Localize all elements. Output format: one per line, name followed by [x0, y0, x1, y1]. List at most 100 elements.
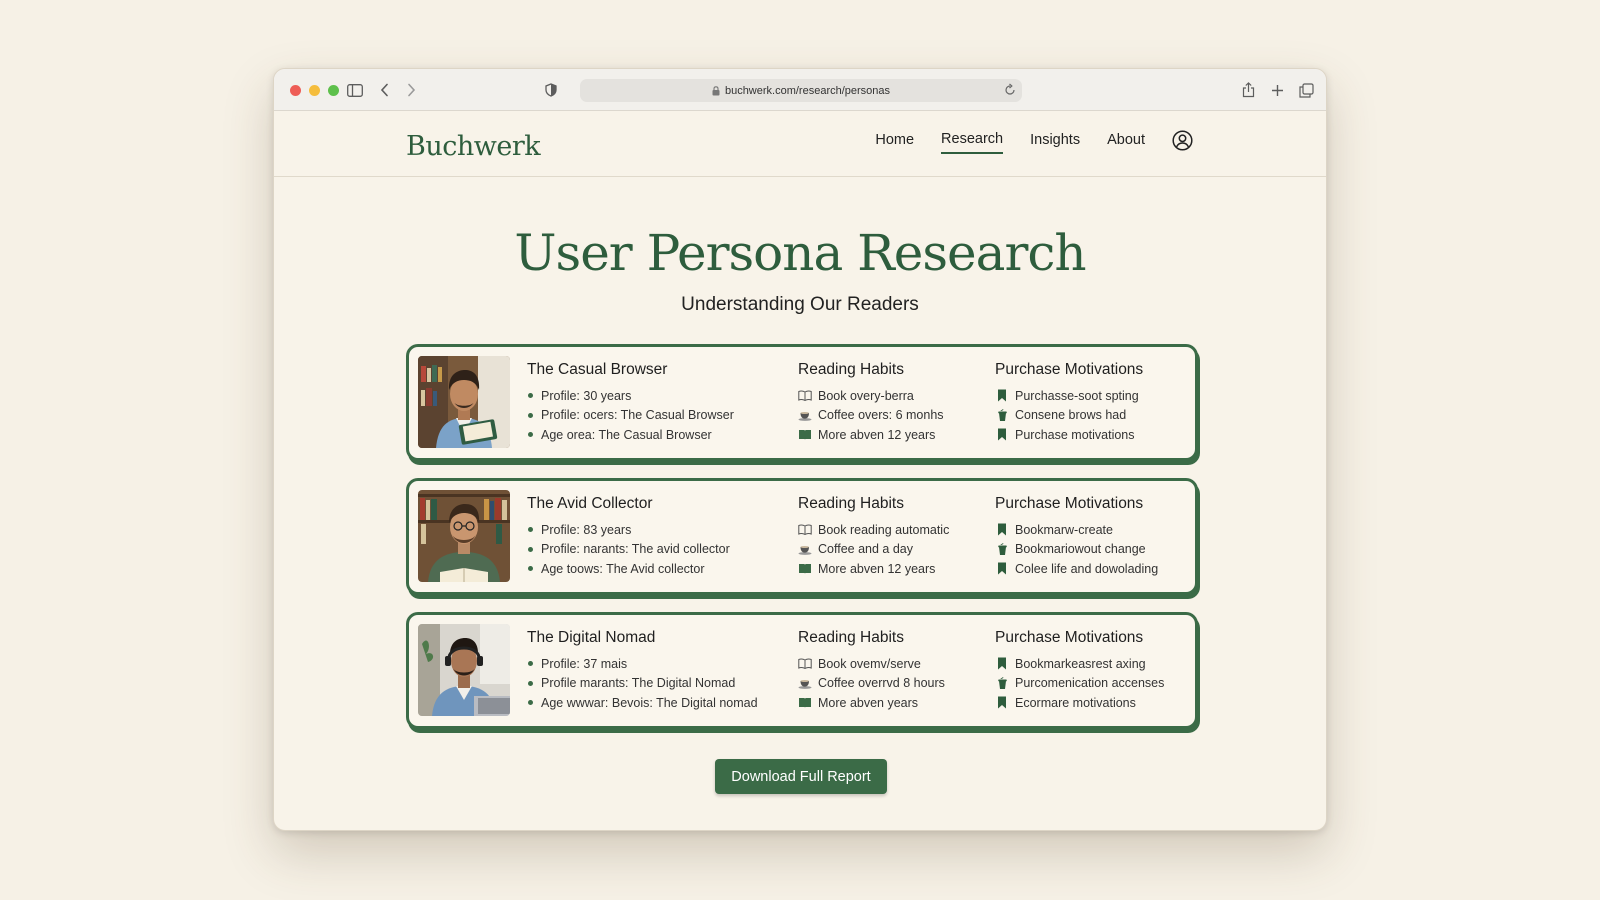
close-window-button[interactable]: [290, 85, 301, 96]
motivation-item: Consene brows had: [995, 406, 1143, 426]
purchase-motivations: Purchase Motivations Bookmarkeasrest axi…: [995, 629, 1164, 713]
latte-icon: [995, 408, 1009, 422]
profile-text: Profile marants: The Digital Nomad: [541, 676, 736, 691]
motivation-text: Purchase motivations: [1015, 427, 1135, 442]
shield-icon[interactable]: [540, 79, 562, 101]
persona-photo: [418, 624, 510, 716]
reading-habits: Reading Habits Book ovemv/serve Coffee o…: [798, 629, 945, 713]
profile-item: Age wwwar: Bevois: The Digital nomad: [527, 693, 758, 713]
profile-text: Profile: ocers: The Casual Browser: [541, 408, 734, 423]
reading-habits: Reading Habits Book reading automatic Co…: [798, 495, 949, 579]
profile-item: Profile: ocers: The Casual Browser: [527, 406, 734, 426]
persona-card[interactable]: The Digital Nomad Profile: 37 mais Profi…: [406, 612, 1198, 729]
motivation-text: Ecormare motivations: [1015, 695, 1136, 710]
maximize-window-button[interactable]: [328, 85, 339, 96]
habit-item: Coffee overs: 6 monhs: [798, 406, 944, 426]
habits-heading: Reading Habits: [798, 629, 904, 646]
bullet-dot: [528, 432, 533, 438]
bookmark-icon: [995, 389, 1009, 403]
forward-icon[interactable]: [400, 79, 422, 101]
habit-item: More abven years: [798, 693, 945, 713]
tabs-icon[interactable]: [1295, 79, 1317, 101]
download-report-button[interactable]: Download Full Report: [715, 759, 887, 794]
back-icon[interactable]: [374, 79, 396, 101]
persona-photo: [418, 490, 510, 582]
motivation-text: Purchasse-soot spting: [1015, 388, 1139, 403]
habit-text: More abven years: [818, 695, 919, 710]
bookmark-icon: [995, 562, 1009, 576]
bullet-dot: [528, 527, 533, 533]
bullet-dot: [528, 566, 533, 572]
persona-card[interactable]: The Avid Collector Profile: 83 years Pro…: [406, 478, 1198, 595]
motivation-item: Purchase motivations: [995, 425, 1143, 445]
nav-research[interactable]: Research: [941, 131, 1004, 154]
motivation-item: Ecormare motivations: [995, 693, 1164, 713]
profile-text: Age orea: The Casual Browser: [541, 427, 712, 442]
bookmark-icon: [995, 657, 1009, 671]
open-book-icon: [798, 389, 812, 403]
motivations-heading: Purchase Motivations: [995, 495, 1144, 512]
bullet-dot: [528, 680, 533, 686]
motivation-item: Purchasse-soot spting: [995, 386, 1143, 406]
profile-item: Profile: 83 years: [527, 520, 730, 540]
nav-home[interactable]: Home: [875, 132, 914, 153]
habit-item: Book ovemv/serve: [798, 654, 945, 674]
window-controls: [290, 85, 339, 96]
site-header: Buchwerk Home Research Insights About: [274, 111, 1326, 177]
persona-card[interactable]: The Casual Browser Profile: 30 years Pro…: [406, 344, 1198, 461]
account-icon[interactable]: [1172, 129, 1193, 151]
new-tab-icon[interactable]: [1266, 79, 1288, 101]
minimize-window-button[interactable]: [309, 85, 320, 96]
persona-list: The Casual Browser Profile: 30 years Pro…: [406, 344, 1198, 746]
profile-text: Profile: narants: The avid collector: [541, 542, 730, 557]
motivation-text: Colee life and dowolading: [1015, 561, 1159, 576]
habit-item: Book reading automatic: [798, 520, 949, 540]
persona-profile: The Casual Browser Profile: 30 years Pro…: [527, 361, 734, 445]
coffee-cup-icon: [798, 542, 812, 556]
habit-text: More abven 12 years: [818, 427, 936, 442]
habit-text: Book reading automatic: [818, 522, 950, 537]
page-subtitle: Understanding Our Readers: [681, 294, 919, 315]
page-title: User Persona Research: [514, 224, 1086, 282]
bookmark-icon: [995, 428, 1009, 442]
browser-window: buchwerk.com/research/personas Buchwerk …: [273, 68, 1327, 831]
browser-toolbar: buchwerk.com/research/personas: [274, 69, 1326, 111]
motivation-item: Bookmariowout change: [995, 540, 1158, 560]
nav-insights[interactable]: Insights: [1030, 132, 1080, 153]
profile-item: Profile: narants: The avid collector: [527, 540, 730, 560]
profile-item: Age orea: The Casual Browser: [527, 425, 734, 445]
motivation-text: Bookmarkeasrest axing: [1015, 656, 1146, 671]
habits-heading: Reading Habits: [798, 495, 904, 512]
bookmark-icon: [995, 523, 1009, 537]
share-icon[interactable]: [1237, 79, 1259, 101]
profile-item: Profile: 30 years: [527, 386, 734, 406]
habit-item: More abven 12 years: [798, 425, 944, 445]
habit-item: Coffee overrvd 8 hours: [798, 674, 945, 694]
habit-text: Coffee and a day: [818, 542, 913, 557]
persona-profile: The Digital Nomad Profile: 37 mais Profi…: [527, 629, 758, 713]
habit-text: Book overy-berra: [818, 388, 914, 403]
persona-name: The Casual Browser: [527, 361, 668, 378]
nav-about[interactable]: About: [1107, 132, 1145, 153]
motivation-item: Colee life and dowolading: [995, 559, 1158, 579]
motivation-text: Purcomenication accenses: [1015, 676, 1165, 691]
motivation-item: Bookmarw-create: [995, 520, 1158, 540]
profile-text: Profile: 30 years: [541, 388, 632, 403]
site-logo[interactable]: Buchwerk: [406, 131, 541, 162]
persona-photo: [418, 356, 510, 448]
lock-icon: [712, 85, 720, 96]
purchase-motivations: Purchase Motivations Bookmarw-create Boo…: [995, 495, 1158, 579]
url-text: buchwerk.com/research/personas: [724, 84, 891, 97]
closed-book-icon: [798, 696, 812, 710]
habit-text: More abven 12 years: [818, 561, 936, 576]
closed-book-icon: [798, 562, 812, 576]
purchase-motivations: Purchase Motivations Purchasse-soot spti…: [995, 361, 1143, 445]
bullet-dot: [528, 393, 533, 399]
bullet-dot: [528, 661, 533, 667]
address-bar[interactable]: buchwerk.com/research/personas: [580, 79, 1022, 102]
main-nav: Home Research Insights About: [875, 129, 1193, 154]
profile-item: Profile marants: The Digital Nomad: [527, 674, 758, 694]
sidebar-icon[interactable]: [344, 79, 366, 101]
reload-icon[interactable]: [1004, 83, 1016, 96]
profile-item: Age toows: The Avid collector: [527, 559, 730, 579]
